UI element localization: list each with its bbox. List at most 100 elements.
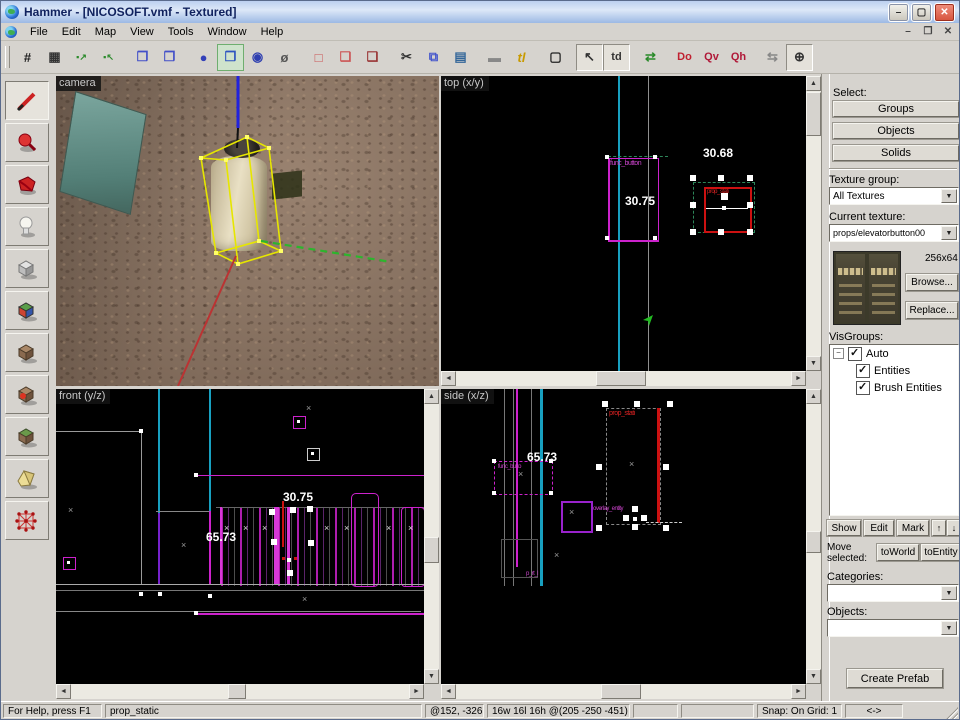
td-toggle-icon[interactable]: td	[603, 44, 630, 71]
current-texture-combo[interactable]: props/elevatorbutton00	[829, 224, 959, 242]
status-coords: @152, -326	[425, 704, 484, 718]
mdi-restore-icon[interactable]: ❐	[921, 26, 935, 37]
group-icon[interactable]: ❒	[217, 44, 244, 71]
mdi-minimize-icon[interactable]: –	[901, 26, 915, 37]
to-world-button[interactable]: toWorld	[877, 544, 919, 561]
toolbar-grip[interactable]	[5, 46, 10, 68]
selection-wireframe-and-axes	[56, 76, 439, 386]
menu-file[interactable]: File	[23, 24, 55, 40]
delete-icon[interactable]: ▬	[481, 44, 508, 71]
top-vscrollbar[interactable]: ▲ ▼	[806, 76, 821, 371]
viewport-front[interactable]: × × × × × × × × × × × 30.75 65.73 fron	[56, 389, 439, 699]
side-vscrollbar[interactable]: ▲ ▼	[806, 389, 821, 684]
show-hidden-icon[interactable]: ❑	[359, 44, 386, 71]
tree-expander-icon[interactable]: −	[833, 348, 844, 359]
overlay-point-entity[interactable]	[561, 501, 593, 533]
visgroup-checkbox-brush-entities[interactable]	[856, 381, 870, 395]
viewport-side[interactable]: 65.73 func_butto × prop_stati × × overla…	[441, 389, 821, 699]
top-hscrollbar[interactable]: ◄ ►	[441, 371, 806, 386]
create-prefab-button[interactable]: Create Prefab	[847, 669, 943, 688]
menu-map[interactable]: Map	[88, 24, 123, 40]
mark-button[interactable]: Mark	[897, 520, 929, 536]
vertex-manipulation-tool[interactable]	[5, 501, 49, 540]
refresh-icon[interactable]: ⇆	[759, 44, 786, 71]
visgroup-row-brush-entities[interactable]: Brush Entities	[830, 379, 958, 396]
do-toggle-icon[interactable]: Do	[671, 44, 698, 71]
groups-button[interactable]: Groups	[833, 101, 959, 117]
move-up-button[interactable]: ↑	[932, 520, 946, 536]
side-hscrollbar[interactable]: ◄ ►	[441, 684, 806, 699]
to-entity-button[interactable]: toEntity	[921, 544, 960, 561]
texture-lock-icon[interactable]: tl	[508, 44, 535, 71]
apply-overlays-tool[interactable]	[5, 417, 49, 456]
categories-combo[interactable]	[827, 584, 959, 602]
entity-prop-static-side[interactable]	[657, 408, 660, 523]
menu-edit[interactable]: Edit	[55, 24, 88, 40]
qv-toggle-icon[interactable]: Qv	[698, 44, 725, 71]
clipping-tool[interactable]	[5, 459, 49, 498]
visgroup-checkbox-auto[interactable]	[848, 347, 862, 361]
measurement-65-73: 65.73	[527, 450, 557, 464]
solids-button[interactable]: Solids	[833, 145, 959, 161]
edit-button[interactable]: Edit	[864, 520, 894, 536]
visgroup-row-auto[interactable]: − Auto	[830, 345, 958, 362]
apply-decals-tool[interactable]	[5, 375, 49, 414]
front-vscrollbar[interactable]: ▲ ▼	[424, 389, 439, 684]
cut-icon[interactable]: ✂	[393, 44, 420, 71]
redo-icon[interactable]: ❐	[156, 44, 183, 71]
visgroup-row-entities[interactable]: Entities	[830, 362, 958, 379]
texture-application-tool[interactable]	[5, 291, 49, 330]
viewport-label-top: top (x/y)	[441, 76, 489, 91]
undo-icon[interactable]: ❐	[129, 44, 156, 71]
mdi-close-icon[interactable]: ✕	[941, 26, 955, 37]
cursor-icon[interactable]: ↖	[576, 44, 603, 71]
flip-icon[interactable]: ⇄	[637, 44, 664, 71]
paste-icon[interactable]: ▤	[447, 44, 474, 71]
toggle-grid-icon[interactable]: #	[14, 44, 41, 71]
close-button[interactable]: ✕	[934, 3, 955, 22]
hide-unselected-icon[interactable]: ❏	[332, 44, 359, 71]
point-entity[interactable]	[63, 557, 76, 570]
resize-grip[interactable]	[945, 707, 958, 720]
visgroup-checkbox-entities[interactable]	[856, 364, 870, 378]
hide-selected-icon[interactable]: □	[305, 44, 332, 71]
copy-icon[interactable]: ⧉	[420, 44, 447, 71]
menu-view[interactable]: View	[123, 24, 161, 40]
camera-tool[interactable]	[5, 165, 49, 204]
smaller-grid-icon[interactable]: ▪↖	[95, 44, 122, 71]
apply-current-texture-tool[interactable]	[5, 333, 49, 372]
menu-help[interactable]: Help	[254, 24, 291, 40]
ignore-groups-icon[interactable]: ø	[271, 44, 298, 71]
point-entity[interactable]	[293, 416, 306, 429]
replace-button[interactable]: Replace...	[906, 302, 958, 319]
move-down-button[interactable]: ↓	[947, 520, 960, 536]
show-button[interactable]: Show	[827, 520, 861, 536]
magnify-tool[interactable]	[5, 123, 49, 162]
title-bar[interactable]: Hammer - [NICOSOFT.vmf - Textured] – ▢ ✕	[1, 1, 959, 23]
carve-icon[interactable]: ●	[190, 44, 217, 71]
menu-window[interactable]: Window	[200, 24, 253, 40]
selection-tool[interactable]	[5, 81, 49, 120]
browse-button[interactable]: Browse...	[906, 274, 958, 291]
visgroups-tree[interactable]: − Auto Entities Brush Entities	[829, 344, 959, 516]
front-hscrollbar[interactable]: ◄ ►	[56, 684, 424, 699]
entity-tool[interactable]	[5, 207, 49, 246]
larger-grid-icon[interactable]: ▪↗	[68, 44, 95, 71]
texture-group-combo[interactable]: All Textures	[829, 187, 959, 205]
objects-combo[interactable]	[827, 619, 959, 637]
point-entity[interactable]	[307, 448, 320, 461]
snap-to-grid-icon[interactable]: ▦	[41, 44, 68, 71]
ungroup-icon[interactable]: ◉	[244, 44, 271, 71]
minimize-button[interactable]: –	[888, 3, 909, 22]
qh-toggle-icon[interactable]: Qh	[725, 44, 752, 71]
texture-group-label: Texture group:	[829, 174, 899, 186]
objects-button[interactable]: Objects	[833, 123, 959, 139]
compass-icon[interactable]: ⊕	[786, 44, 813, 71]
brush-outline-rounded	[401, 507, 425, 587]
viewport-camera[interactable]: camera	[56, 76, 439, 386]
menu-tools[interactable]: Tools	[161, 24, 201, 40]
viewport-top[interactable]: func_button 30.75 prop_stati 30.68 top (…	[441, 76, 821, 386]
maximize-button[interactable]: ▢	[911, 3, 932, 22]
block-tool[interactable]	[5, 249, 49, 288]
select-box-icon[interactable]: ▢	[542, 44, 569, 71]
